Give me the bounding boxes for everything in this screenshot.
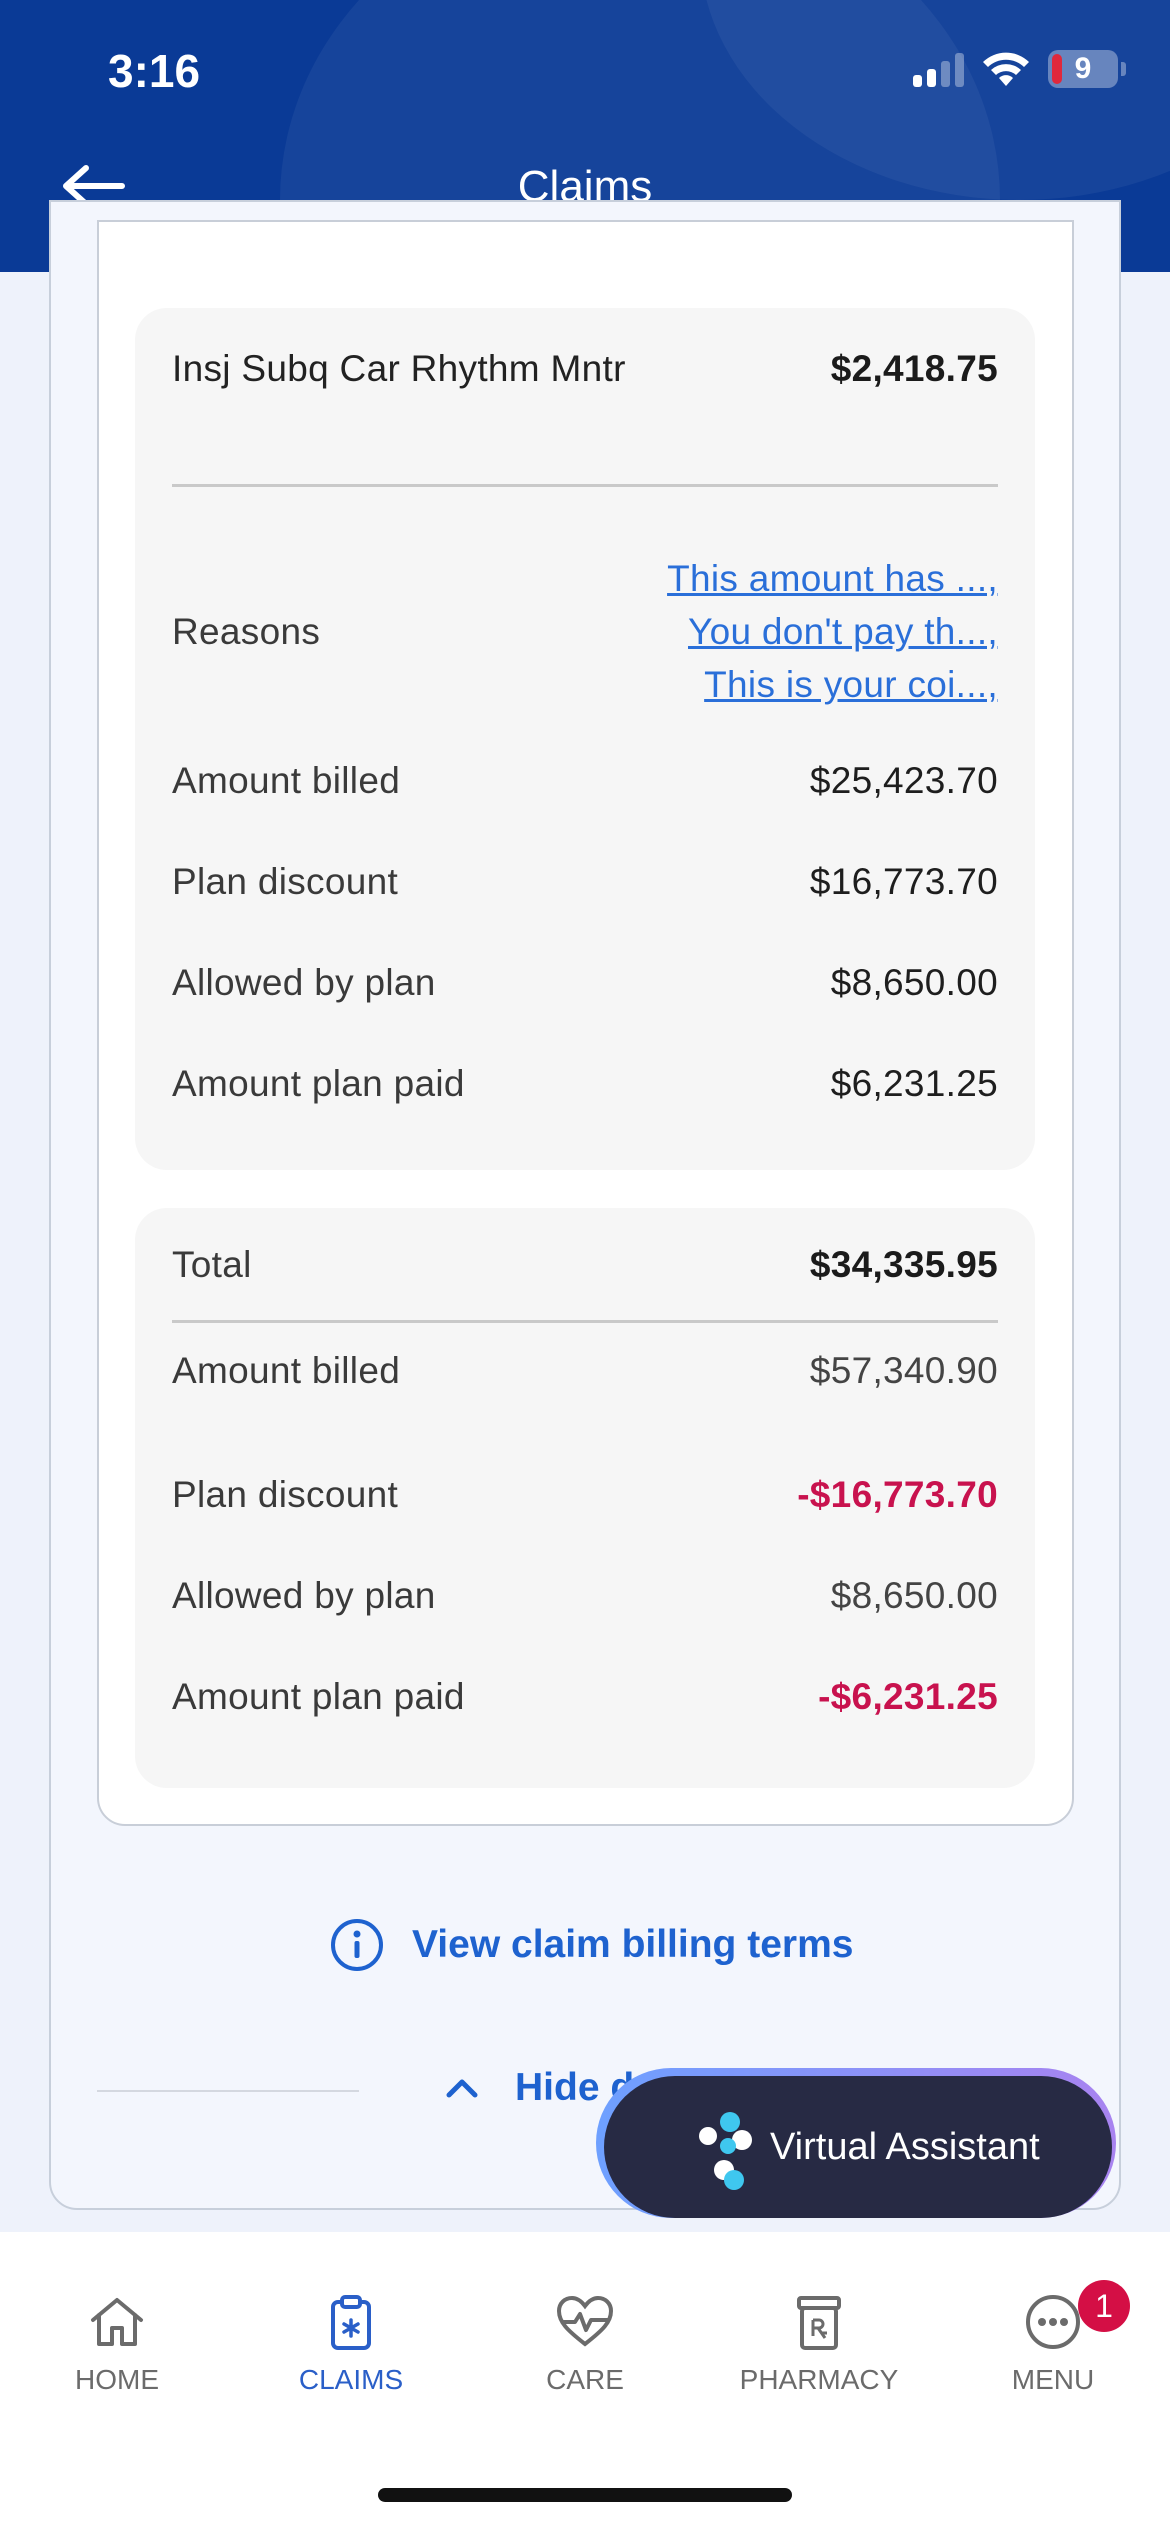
status-icons: 9 bbox=[913, 50, 1126, 88]
reasons-label: Reasons bbox=[172, 610, 321, 652]
total-plan-discount-label: Plan discount bbox=[172, 1474, 399, 1515]
line-item-section: Insj Subq Car Rhythm Mntr $2,418.75 Reas… bbox=[135, 308, 1035, 1170]
virtual-assistant-button[interactable]: Virtual Assistant bbox=[604, 2076, 1112, 2218]
divider bbox=[172, 1320, 998, 1323]
nav-home-label: HOME bbox=[75, 2364, 159, 2395]
totals-section: Total $34,335.95 Amount billed $57,340.9… bbox=[135, 1208, 1035, 1788]
info-icon bbox=[331, 1919, 383, 1971]
chevron-up-icon bbox=[446, 2079, 478, 2098]
allowed-value: $8,650.00 bbox=[830, 962, 998, 1003]
total-row: Total $34,335.95 bbox=[172, 1244, 998, 1286]
reason-link[interactable]: This amount has ..., bbox=[667, 552, 998, 605]
total-allowed-row: Allowed by plan $8,650.00 bbox=[172, 1575, 998, 1617]
billing-terms-label: View claim billing terms bbox=[412, 1923, 854, 1966]
bottom-nav: HOME CLAIMS CARE PHARMACY MENU 1 bbox=[0, 2232, 1170, 2532]
nav-care-label: CARE bbox=[546, 2364, 624, 2395]
signal-icon bbox=[913, 51, 964, 87]
nav-care[interactable]: CARE bbox=[468, 2290, 702, 2396]
battery-icon: 9 bbox=[1048, 50, 1126, 88]
total-label: Total bbox=[172, 1244, 252, 1285]
plan-paid-label: Amount plan paid bbox=[172, 1063, 465, 1104]
home-icon bbox=[91, 2298, 143, 2346]
reason-link[interactable]: This is your coi..., bbox=[667, 658, 998, 711]
allowed-label: Allowed by plan bbox=[172, 962, 436, 1003]
line-item-header: Insj Subq Car Rhythm Mntr $2,418.75 bbox=[172, 348, 998, 390]
nav-claims[interactable]: CLAIMS bbox=[234, 2290, 468, 2396]
reasons-row: Reasons This amount has ..., You don't p… bbox=[172, 552, 998, 711]
virtual-assistant-label: Virtual Assistant bbox=[770, 2125, 1040, 2168]
nav-menu-label: MENU bbox=[1011, 2364, 1095, 2395]
assistant-logo-icon bbox=[699, 2112, 752, 2190]
total-plan-discount-row: Plan discount -$16,773.70 bbox=[172, 1474, 998, 1516]
nav-claims-label: CLAIMS bbox=[298, 2364, 404, 2395]
total-plan-paid-label: Amount plan paid bbox=[172, 1676, 465, 1717]
menu-dots-icon bbox=[1026, 2295, 1080, 2349]
reasons-links: This amount has ..., You don't pay th...… bbox=[667, 552, 998, 711]
divider bbox=[172, 484, 998, 487]
divider bbox=[97, 2090, 359, 2092]
home-indicator[interactable] bbox=[378, 2488, 792, 2502]
nav-home[interactable]: HOME bbox=[0, 2290, 234, 2396]
service-amount: $2,418.75 bbox=[830, 348, 998, 389]
clipboard-icon bbox=[331, 2295, 371, 2350]
nav-pharmacy[interactable]: PHARMACY bbox=[702, 2290, 936, 2396]
total-plan-discount-value: -$16,773.70 bbox=[797, 1474, 998, 1515]
notification-badge: 1 bbox=[1078, 2280, 1130, 2332]
battery-level: 9 bbox=[1074, 52, 1092, 85]
service-name: Insj Subq Car Rhythm Mntr bbox=[172, 348, 626, 389]
nav-menu[interactable]: MENU 1 bbox=[936, 2280, 1170, 2396]
nav-pharmacy-label: PHARMACY bbox=[739, 2364, 899, 2395]
pharmacy-icon bbox=[797, 2296, 841, 2350]
amount-billed-row: Amount billed $25,423.70 bbox=[172, 760, 998, 802]
total-amount-billed-label: Amount billed bbox=[172, 1350, 401, 1391]
plan-discount-label: Plan discount bbox=[172, 861, 399, 902]
total-allowed-label: Allowed by plan bbox=[172, 1575, 436, 1616]
total-amount-billed-value: $57,340.90 bbox=[809, 1350, 998, 1391]
allowed-row: Allowed by plan $8,650.00 bbox=[172, 962, 998, 1004]
amount-billed-value: $25,423.70 bbox=[809, 760, 998, 801]
total-amount-billed-row: Amount billed $57,340.90 bbox=[172, 1350, 998, 1392]
reason-link[interactable]: You don't pay th..., bbox=[667, 605, 998, 658]
total-plan-paid-value: -$6,231.25 bbox=[818, 1676, 998, 1717]
wifi-icon bbox=[983, 52, 1029, 86]
heart-pulse-icon bbox=[556, 2295, 614, 2347]
plan-discount-row: Plan discount $16,773.70 bbox=[172, 861, 998, 903]
plan-paid-value: $6,231.25 bbox=[830, 1063, 998, 1104]
status-time: 3:16 bbox=[108, 45, 201, 97]
total-value: $34,335.95 bbox=[809, 1244, 998, 1285]
plan-discount-value: $16,773.70 bbox=[809, 861, 998, 902]
plan-paid-row: Amount plan paid $6,231.25 bbox=[172, 1063, 998, 1105]
amount-billed-label: Amount billed bbox=[172, 760, 401, 801]
view-billing-terms-link[interactable]: View claim billing terms bbox=[330, 1918, 853, 1972]
total-allowed-value: $8,650.00 bbox=[830, 1575, 998, 1616]
total-plan-paid-row: Amount plan paid -$6,231.25 bbox=[172, 1676, 998, 1718]
